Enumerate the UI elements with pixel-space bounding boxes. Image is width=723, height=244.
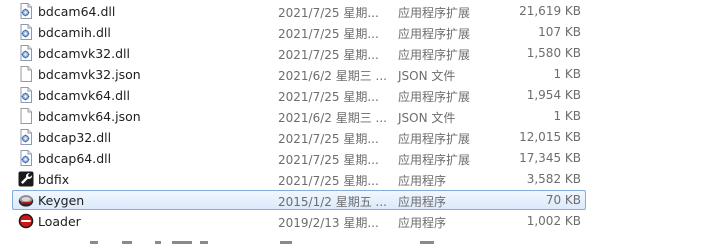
file-date-modified: 2015/1/2 星期五 ... xyxy=(278,195,387,209)
file-date-modified: 2021/7/25 星期... xyxy=(278,132,379,146)
file-name: bdfix xyxy=(38,172,70,187)
file-row-keygen[interactable]: Keygen 2015/1/2 星期五 ... 应用程序 70 KB xyxy=(12,190,586,210)
file-date-modified: 2021/6/2 星期三 ... xyxy=(278,69,387,83)
dll-file-icon xyxy=(18,45,34,61)
file-type: 应用程序扩展 xyxy=(398,27,471,41)
file-size: 1 KB xyxy=(553,67,581,81)
file-size: 1 KB xyxy=(553,109,581,123)
file-type: 应用程序 xyxy=(398,216,447,230)
file-size: 1,002 KB xyxy=(526,214,581,228)
dll-file-icon xyxy=(18,129,34,145)
loader-app-icon xyxy=(18,213,34,229)
file-row-bdcamvk32-json[interactable]: bdcamvk32.json 2021/6/2 星期三 ... JSON 文件 1 K… xyxy=(12,64,586,84)
file-size: 17,345 KB xyxy=(519,151,581,165)
file-size: 12,015 KB xyxy=(519,130,581,144)
file-size: 1,954 KB xyxy=(526,88,581,102)
file-name: Loader xyxy=(38,214,81,229)
file-row-bdcamvk64-dll[interactable]: bdcamvk64.dll 2021/7/25 星期... 应用程序扩展 1,954 … xyxy=(12,85,586,105)
file-type: JSON 文件 xyxy=(398,69,456,83)
file-row-bdcap64-dll[interactable]: bdcap64.dll 2021/7/25 星期... 应用程序扩展 17,345 K… xyxy=(12,148,586,168)
file-date-modified: 2019/2/13 星期... xyxy=(278,216,379,230)
file-row-bdcap32-dll[interactable]: bdcap32.dll 2021/7/25 星期... 应用程序扩展 12,015 K… xyxy=(12,127,586,147)
file-date-modified: 2021/7/25 星期... xyxy=(278,48,379,62)
file-name: bdcap32.dll xyxy=(38,130,112,145)
wrench-app-icon xyxy=(18,171,34,187)
file-type: 应用程序 xyxy=(398,174,447,188)
file-type: 应用程序扩展 xyxy=(398,132,471,146)
file-date-modified: 2021/7/25 星期... xyxy=(278,153,379,167)
file-row-bdcam64-dll[interactable]: bdcam64.dll 2021/7/25 星期... 应用程序扩展 21,619 K… xyxy=(12,1,586,21)
file-date-modified: 2021/7/25 星期... xyxy=(278,174,379,188)
file-type: 应用程序扩展 xyxy=(398,48,471,62)
file-name: bdcamih.dll xyxy=(38,25,111,40)
dll-file-icon xyxy=(18,150,34,166)
dll-file-icon xyxy=(18,3,34,19)
file-size: 70 KB xyxy=(545,193,581,207)
file-row-bdcamvk64-json[interactable]: bdcamvk64.json 2021/6/2 星期三 ... JSON 文件 1 K… xyxy=(12,106,586,126)
file-row-bdcamvk32-dll[interactable]: bdcamvk32.dll 2021/7/25 星期... 应用程序扩展 1,580 … xyxy=(12,43,586,63)
file-size: 107 KB xyxy=(538,25,581,39)
file-date-modified: 2021/7/25 星期... xyxy=(278,90,379,104)
file-name: bdcamvk64.json xyxy=(38,109,141,124)
file-date-modified: 2021/7/25 星期... xyxy=(278,6,379,20)
file-date-modified: 2021/6/2 星期三 ... xyxy=(278,111,387,125)
file-type: 应用程序扩展 xyxy=(398,153,471,167)
file-type: 应用程序扩展 xyxy=(398,6,471,20)
file-row-bdcamih-dll[interactable]: bdcamih.dll 2021/7/25 星期... 应用程序扩展 107 KB xyxy=(12,22,586,42)
file-row-bdfix[interactable]: bdfix 2021/7/25 星期... 应用程序 3,582 KB xyxy=(12,169,586,189)
dll-file-icon xyxy=(18,24,34,40)
file-type: JSON 文件 xyxy=(398,111,456,125)
file-type: 应用程序 xyxy=(398,195,447,209)
file-name: Keygen xyxy=(38,193,85,208)
file-name: bdcamvk64.dll xyxy=(38,88,130,103)
keygen-app-icon xyxy=(18,192,34,208)
file-type: 应用程序扩展 xyxy=(398,90,471,104)
file-name: bdcam64.dll xyxy=(38,4,116,19)
file-size: 1,580 KB xyxy=(526,46,581,60)
json-file-icon xyxy=(18,108,34,124)
json-file-icon xyxy=(18,66,34,82)
file-size: 3,582 KB xyxy=(526,172,581,186)
file-date-modified: 2021/7/25 星期... xyxy=(278,27,379,41)
file-name: bdcamvk32.dll xyxy=(38,46,130,61)
file-size: 21,619 KB xyxy=(519,4,581,18)
file-name: bdcamvk32.json xyxy=(38,67,141,82)
dll-file-icon xyxy=(18,87,34,103)
file-name: bdcap64.dll xyxy=(38,151,112,166)
file-row-loader[interactable]: Loader 2019/2/13 星期... 应用程序 1,002 KB xyxy=(12,211,586,231)
next-row-partial xyxy=(0,240,723,244)
